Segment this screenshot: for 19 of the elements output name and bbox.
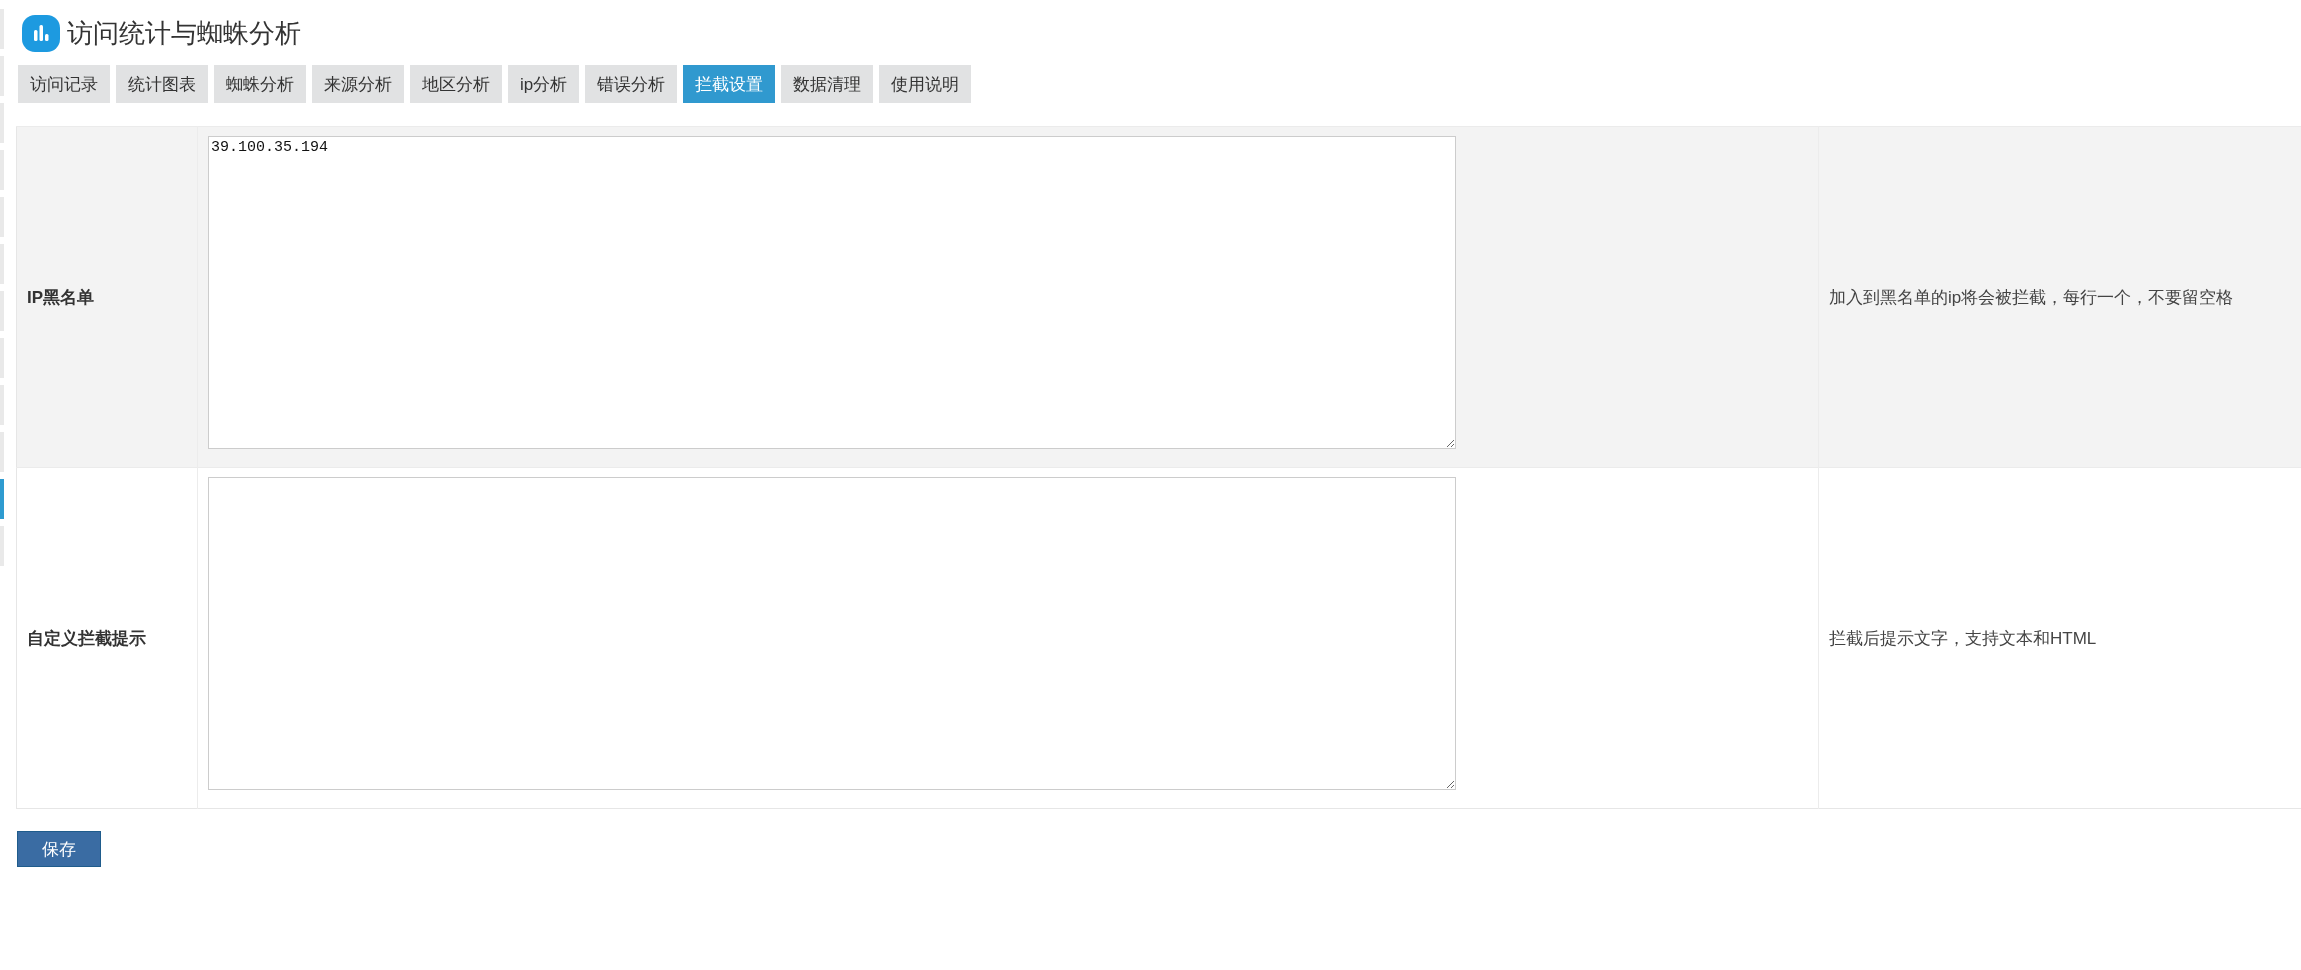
tab[interactable]: 错误分析 [585,65,678,103]
tab[interactable]: 访问记录 [18,65,110,103]
textarea-field[interactable]: 39.100.35.194 [208,136,1456,449]
save-button[interactable]: 保存 [17,831,101,867]
sidebar-item[interactable] [0,479,4,519]
tab[interactable]: 来源分析 [312,65,404,103]
bar-chart-icon [22,15,60,52]
field-label: 自定义拦截提示 [27,628,146,648]
field-hint: 拦截后提示文字，支持文本和HTML [1829,628,2097,648]
tab[interactable]: 蜘蛛分析 [214,65,306,103]
page-title: 访问统计与蜘蛛分析 [67,17,301,50]
tab[interactable]: 使用说明 [879,65,972,103]
tab[interactable]: 数据清理 [781,65,874,103]
field-label: IP黑名单 [27,287,95,307]
tab[interactable]: ip分析 [508,65,580,103]
textarea-field[interactable] [208,477,1456,790]
tab[interactable]: 统计图表 [116,65,208,103]
field-hint: 加入到黑名单的ip将会被拦截，每行一个，不要留空格 [1829,287,2234,307]
tab[interactable]: 地区分析 [410,65,502,103]
